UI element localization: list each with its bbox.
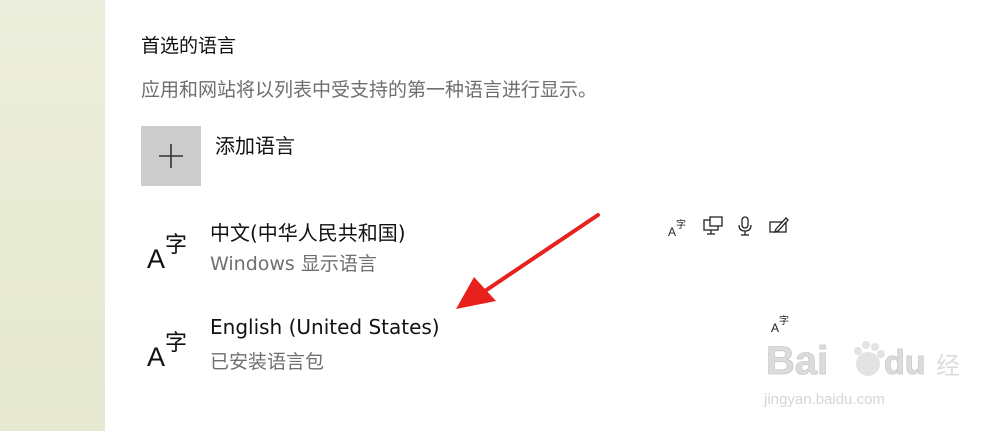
svg-text:字: 字 xyxy=(165,331,187,356)
baidu-watermark: Bai du 经 jingyan.baidu.com xyxy=(763,339,960,408)
svg-text:du: du xyxy=(884,344,926,382)
language-subtitle: 已安装语言包 xyxy=(210,351,325,373)
svg-text:经: 经 xyxy=(936,352,960,380)
svg-text:字: 字 xyxy=(165,233,187,258)
language-settings-page: 首选的语言 应用和网站将以列表中受支持的第一种语言进行显示。 添加语言 A 字 … xyxy=(0,0,1000,431)
plus-icon xyxy=(159,144,183,168)
svg-text:A: A xyxy=(147,244,165,272)
language-subtitle: Windows 显示语言 xyxy=(210,253,377,275)
svg-text:字: 字 xyxy=(676,218,686,231)
section-title: 首选的语言 xyxy=(141,35,237,57)
annotation-arrow xyxy=(456,213,600,309)
speech-icon xyxy=(738,216,752,236)
display-language-icon xyxy=(703,216,723,235)
svg-text:A: A xyxy=(147,342,165,370)
language-name: English (United States) xyxy=(210,315,440,339)
svg-text:jingyan.baidu.com: jingyan.baidu.com xyxy=(763,391,885,408)
handwriting-icon xyxy=(769,217,789,234)
svg-text:Bai: Bai xyxy=(766,339,828,383)
svg-text:A: A xyxy=(668,225,676,239)
language-icon: A 字 xyxy=(147,331,187,370)
language-pack-icon: A 字 xyxy=(668,218,686,239)
navigation-pane-edge xyxy=(0,0,105,431)
add-language-button[interactable] xyxy=(141,126,201,186)
language-icon: A 字 xyxy=(147,233,187,272)
language-item-en-us[interactable]: A 字 English (United States) 已安装语言包 xyxy=(141,312,801,382)
language-name: 中文(中华人民共和国) xyxy=(210,221,406,245)
section-description: 应用和网站将以列表中受支持的第一种语言进行显示。 xyxy=(141,79,598,101)
add-language-label[interactable]: 添加语言 xyxy=(215,130,295,159)
